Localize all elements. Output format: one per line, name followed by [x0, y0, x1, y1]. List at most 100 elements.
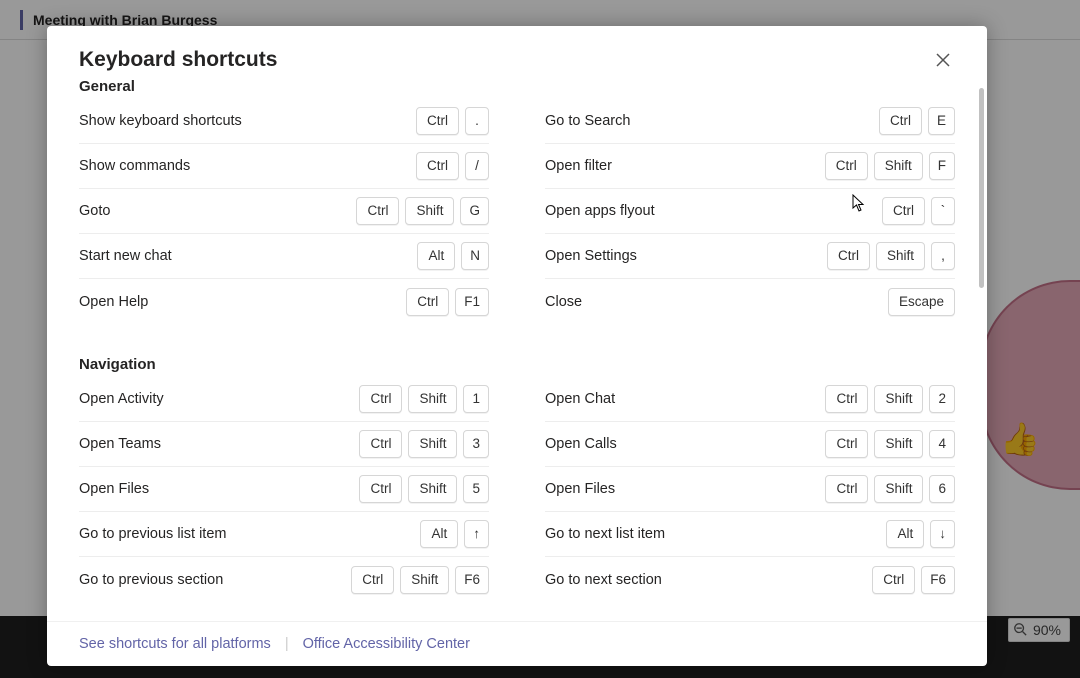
shortcut-keys: CtrlShift4 [825, 430, 955, 458]
key-cap: Ctrl [351, 566, 394, 594]
shortcut-label: Open Files [79, 481, 149, 497]
general-row: Show keyboard shortcuts Ctrl. [79, 99, 489, 144]
shortcut-label: Open Teams [79, 436, 161, 452]
key-cap: Ctrl [356, 197, 399, 225]
shortcut-label: Show commands [79, 158, 190, 174]
key-cap: Alt [886, 520, 924, 548]
key-cap: Ctrl [827, 242, 870, 270]
navigation-row: Open Files CtrlShift5 [79, 467, 489, 512]
key-cap: Ctrl [416, 152, 459, 180]
shortcut-keys: Alt↓ [886, 520, 955, 548]
shortcut-label: Go to next list item [545, 526, 665, 542]
key-cap: Ctrl [825, 152, 868, 180]
shortcut-keys: Ctrl/ [416, 152, 489, 180]
key-cap: Shift [874, 430, 923, 458]
key-cap: Shift [405, 197, 454, 225]
shortcut-keys: CtrlE [879, 107, 955, 135]
key-cap: Shift [874, 475, 923, 503]
navigation-row: Open ChatCtrlShift2 [545, 377, 955, 422]
shortcut-keys: CtrlShift, [827, 242, 955, 270]
key-cap: Escape [888, 288, 955, 316]
key-cap: F6 [921, 566, 955, 594]
shortcut-label: Open Activity [79, 391, 164, 407]
shortcut-keys: CtrlF6 [872, 566, 955, 594]
shortcut-label: Open Calls [545, 436, 617, 452]
modal-body: General Show keyboard shortcutsCtrl.Show… [47, 78, 987, 621]
link-accessibility-center[interactable]: Office Accessibility Center [303, 636, 470, 652]
general-row: Open filter CtrlShiftF [545, 144, 955, 189]
shortcut-keys: CtrlShiftF [825, 152, 955, 180]
shortcut-label: Go to Search [545, 113, 630, 129]
key-cap: 3 [463, 430, 489, 458]
shortcut-keys: CtrlShiftF6 [351, 566, 489, 594]
general-row: Show commands Ctrl/ [79, 144, 489, 189]
section-heading-navigation: Navigation [79, 356, 955, 373]
scrollbar-track[interactable] [979, 88, 984, 611]
key-cap: / [465, 152, 489, 180]
navigation-row: Open Teams CtrlShift3 [79, 422, 489, 467]
modal-title: Keyboard shortcuts [79, 48, 277, 72]
key-cap: Alt [417, 242, 455, 270]
key-cap: E [928, 107, 955, 135]
shortcut-label: Open Settings [545, 248, 637, 264]
general-row: Goto CtrlShiftG [79, 189, 489, 234]
key-cap: G [460, 197, 489, 225]
key-cap: Ctrl [416, 107, 459, 135]
shortcut-keys: CtrlShift3 [359, 430, 489, 458]
scrollbar-thumb[interactable] [979, 88, 984, 288]
key-cap: F1 [455, 288, 489, 316]
footer-separator: | [285, 636, 289, 652]
key-cap: Shift [400, 566, 449, 594]
general-row: Close Escape [545, 279, 955, 324]
key-cap: Ctrl [359, 475, 402, 503]
shortcut-keys: AltN [417, 242, 489, 270]
navigation-row: Go to previous list itemAlt↑ [79, 512, 489, 557]
modal-footer: See shortcuts for all platforms | Office… [47, 622, 987, 666]
link-all-platforms[interactable]: See shortcuts for all platforms [79, 636, 271, 652]
key-cap: Shift [408, 385, 457, 413]
navigation-row: Go to next section CtrlF6 [545, 557, 955, 602]
shortcut-label: Open filter [545, 158, 612, 174]
key-cap: Shift [874, 385, 923, 413]
shortcut-label: Open apps flyout [545, 203, 655, 219]
shortcut-label: Close [545, 294, 582, 310]
shortcut-label: Go to next section [545, 572, 662, 588]
navigation-row: Go to next list item Alt↓ [545, 512, 955, 557]
key-cap: ` [931, 197, 955, 225]
shortcut-label: Goto [79, 203, 110, 219]
key-cap: Ctrl [882, 197, 925, 225]
key-cap: Shift [408, 430, 457, 458]
key-cap: Shift [408, 475, 457, 503]
key-cap: 2 [929, 385, 955, 413]
shortcut-keys: CtrlShift6 [825, 475, 955, 503]
shortcut-keys: CtrlShift2 [825, 385, 955, 413]
navigation-row: Go to previous section CtrlShiftF6 [79, 557, 489, 602]
key-cap: Alt [420, 520, 458, 548]
key-cap: Ctrl [825, 430, 868, 458]
navigation-row: Open Activity CtrlShift1 [79, 377, 489, 422]
key-cap: 5 [463, 475, 489, 503]
general-row: Start new chatAltN [79, 234, 489, 279]
key-cap: Shift [874, 152, 923, 180]
shortcut-label: Go to previous section [79, 572, 223, 588]
shortcut-label: Show keyboard shortcuts [79, 113, 242, 129]
key-cap: . [465, 107, 489, 135]
shortcut-keys: Escape [888, 288, 955, 316]
navigation-row: Open Calls CtrlShift4 [545, 422, 955, 467]
shortcut-keys: Ctrl. [416, 107, 489, 135]
close-button[interactable] [929, 46, 957, 74]
section-heading-general: General [79, 78, 955, 95]
key-cap: F [929, 152, 955, 180]
key-cap: Ctrl [359, 430, 402, 458]
key-cap: N [461, 242, 489, 270]
general-row: Open Settings CtrlShift, [545, 234, 955, 279]
shortcut-keys: CtrlShiftG [356, 197, 489, 225]
shortcut-label: Open Help [79, 294, 148, 310]
key-cap: 6 [929, 475, 955, 503]
key-cap: Ctrl [872, 566, 915, 594]
shortcut-keys: CtrlF1 [406, 288, 489, 316]
key-cap: 1 [463, 385, 489, 413]
shortcut-keys: CtrlShift1 [359, 385, 489, 413]
key-cap: Ctrl [825, 385, 868, 413]
close-icon [936, 53, 950, 67]
